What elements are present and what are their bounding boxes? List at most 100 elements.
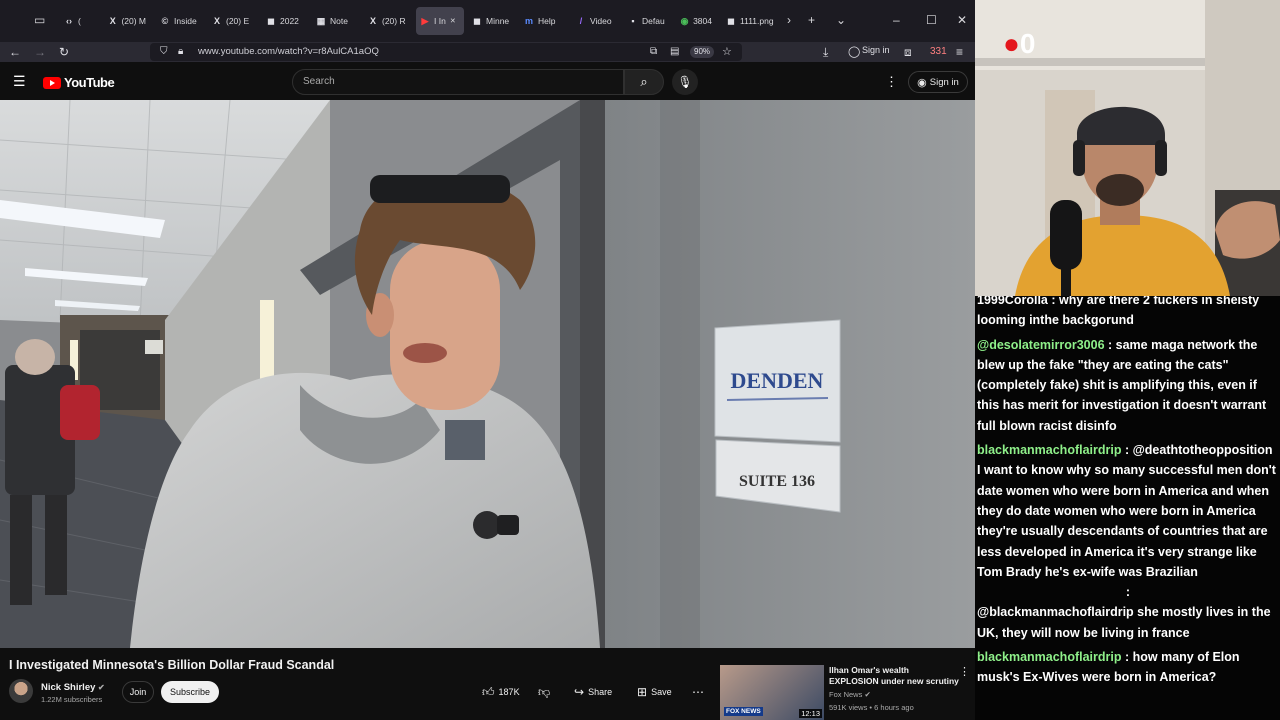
x-icon: X — [109, 16, 116, 26]
chat-message: : — [977, 582, 1279, 602]
shield-icon[interactable]: ⛉ — [160, 44, 168, 60]
channel-avatar[interactable] — [9, 679, 33, 703]
reader-icon[interactable]: ▤ — [670, 44, 679, 60]
subscribe-button[interactable]: Subscribe — [161, 681, 219, 703]
app-menu-icon[interactable]: ≡ — [956, 44, 963, 60]
voice-search-button[interactable]: 🎙︎ — [672, 69, 698, 95]
bookmark-star-icon[interactable]: ☆ — [722, 44, 732, 60]
back-icon[interactable]: ← — [9, 44, 21, 60]
zoom-level[interactable]: 90% — [690, 46, 715, 58]
extensions-icon[interactable]: ⧈ — [904, 44, 912, 60]
browser-tab[interactable]: ◼ 1111.png — [722, 7, 780, 35]
screen: ▭ ‹› (X (20) M © Inside X (20) E ◼ 2022 ▦ Note X (20… — [0, 0, 1280, 720]
like-count: 187K — [498, 687, 520, 697]
x-icon: X — [213, 16, 220, 26]
extension-badge[interactable]: 331 — [930, 44, 947, 60]
pin-icon: ◉ — [680, 16, 689, 26]
more-actions-button[interactable]: ⋯ — [692, 681, 704, 703]
browser-tab-label: 3804 — [693, 16, 712, 26]
browser-tab-label: 1111.png — [740, 16, 774, 26]
browser-signin-label[interactable]: Sign in — [862, 45, 890, 55]
share-button[interactable]: ↪ Share — [574, 681, 612, 703]
share-icon: ↪ — [574, 685, 585, 699]
chat-text: : @deathtotheopposition I want to know w… — [977, 443, 1276, 579]
m-icon: m — [524, 16, 533, 26]
ellipsis-icon: ⋯ — [692, 685, 704, 699]
save-playlist-icon: ⊞ — [637, 685, 648, 699]
more-options-icon[interactable]: ⋮ — [885, 74, 898, 90]
tab-scroll-right-icon[interactable]: › — [787, 13, 791, 27]
browser-tab[interactable]: ▶ I In ✕ — [416, 7, 464, 35]
search-input[interactable]: Search — [292, 69, 624, 95]
recommendation-channel-name[interactable]: Fox News — [829, 690, 862, 699]
browser-tab[interactable]: m Help — [520, 7, 566, 35]
fox-news-logo: FOX NEWS — [724, 707, 763, 716]
recommendation-thumbnail[interactable]: FOX NEWS 12:13 — [720, 665, 824, 720]
chat-message: @blackmanmachoflairdrip she mostly lives… — [977, 602, 1279, 643]
browser-tab[interactable]: ◉ 3804 — [676, 7, 716, 35]
reload-icon[interactable]: ↻ — [59, 44, 69, 60]
tab-overview-icon[interactable]: ▭ — [34, 13, 45, 27]
account-icon[interactable]: ◯ — [848, 44, 860, 60]
browser-tab[interactable]: X (20) M — [104, 7, 150, 35]
url-bar[interactable]: ⛉ 🔒︎ www.youtube.com/watch?v=r8AulCA1aOQ… — [150, 43, 742, 61]
chat-panel: 1999Corolla : why are there 2 fuckers in… — [977, 296, 1279, 720]
browser-tab[interactable]: ▦ Note — [312, 7, 358, 35]
picture-in-picture-icon[interactable]: ⧉ — [650, 44, 657, 60]
join-button[interactable]: Join — [122, 681, 154, 703]
maximize-icon[interactable]: ☐ — [926, 13, 937, 27]
navigation-bar: ← → ↻ ⛉ 🔒︎ www.youtube.com/watch?v=r8Aul… — [0, 42, 975, 62]
browser-tab-label: Minne — [486, 16, 510, 26]
video-title: I Investigated Minnesota's Billion Dolla… — [9, 658, 335, 672]
minimize-icon[interactable]: – — [893, 13, 900, 27]
tab-bar: ▭ ‹› (X (20) M © Inside X (20) E ◼ 2022 ▦ Note X (20… — [0, 0, 975, 42]
search-button[interactable]: ⌕ — [624, 69, 664, 95]
browser-tab-label: Video — [590, 16, 612, 26]
download-icon[interactable]: ⤓ — [823, 44, 828, 60]
viewer-counter: ●0 — [1003, 28, 1036, 60]
user-circle-icon: ◉ — [917, 76, 927, 89]
youtube-logo[interactable]: YouTube — [43, 75, 115, 90]
chat-username[interactable]: blackmanmachoflairdrip — [977, 443, 1122, 457]
verified-icon: ✔︎ — [98, 683, 105, 692]
channel-name-text[interactable]: Nick Shirley — [41, 682, 95, 693]
browser-tab[interactable]: X (20) E — [208, 7, 254, 35]
tab-list-icon[interactable]: ⌄ — [836, 13, 846, 27]
video-player[interactable]: DENDEN SUITE 136 — [0, 100, 975, 648]
chat-text: @blackmanmachoflairdrip she mostly lives… — [977, 605, 1271, 640]
recommendation-more-icon[interactable]: ⋮ — [959, 665, 970, 678]
c-icon: © — [161, 16, 169, 26]
recommendation-title[interactable]: Ilhan Omar's wealth EXPLOSION under new … — [829, 665, 959, 687]
chat-username[interactable]: blackmanmachoflairdrip — [977, 650, 1122, 664]
browser-tab-label: (20) E — [226, 16, 250, 26]
browser-tab-label: 2022 — [280, 16, 299, 26]
browser-tab[interactable]: ◼ Minne — [468, 7, 514, 35]
browser-tab[interactable]: ▪ Defau — [624, 7, 670, 35]
chat-username[interactable]: @desolatemirror3006 — [977, 338, 1105, 352]
browser-tab[interactable]: X (20) R — [364, 7, 410, 35]
browser-tab[interactable]: / Video — [572, 7, 618, 35]
hamburger-menu-icon[interactable]: ☰ — [13, 74, 26, 88]
stream-overlay: ●0 1999Corolla : why are there 2 fuckers… — [975, 0, 1280, 720]
url-text[interactable]: www.youtube.com/watch?v=r8AulCA1aOQ — [198, 46, 379, 57]
dislike-button[interactable]: 👎︎ — [538, 681, 550, 703]
sign-denden-text: DENDEN — [731, 368, 824, 393]
chat-message: blackmanmachoflairdrip : how many of Elo… — [977, 647, 1279, 688]
save-button[interactable]: ⊞ Save — [637, 681, 672, 703]
chat-message: blackmanmachoflairdrip : @deathtotheoppo… — [977, 440, 1279, 582]
browser-tab[interactable]: ‹› ( — [60, 7, 98, 35]
forward-icon[interactable]: → — [34, 44, 46, 60]
close-tab-icon[interactable]: ✕ — [450, 17, 456, 25]
channel-name[interactable]: Nick Shirley ✔︎ — [41, 682, 105, 693]
browser-tab[interactable]: ◼ 2022 — [262, 7, 306, 35]
browser-tab[interactable]: © Inside — [156, 7, 202, 35]
video-frame: DENDEN SUITE 136 — [0, 100, 975, 648]
close-window-icon[interactable]: ✕ — [957, 13, 967, 27]
like-button[interactable]: 👍︎ 187K — [482, 681, 520, 703]
chat-message: 1999Corolla : why are there 2 fuckers in… — [977, 296, 1279, 331]
new-tab-icon[interactable]: + — [808, 13, 815, 27]
record-icon: ● — [1003, 28, 1020, 59]
youtube-signin-button[interactable]: ◉ Sign in — [908, 71, 968, 93]
recommendation-channel[interactable]: Fox News ✔︎ — [829, 690, 871, 699]
browser-tab-label: ( — [78, 16, 81, 26]
